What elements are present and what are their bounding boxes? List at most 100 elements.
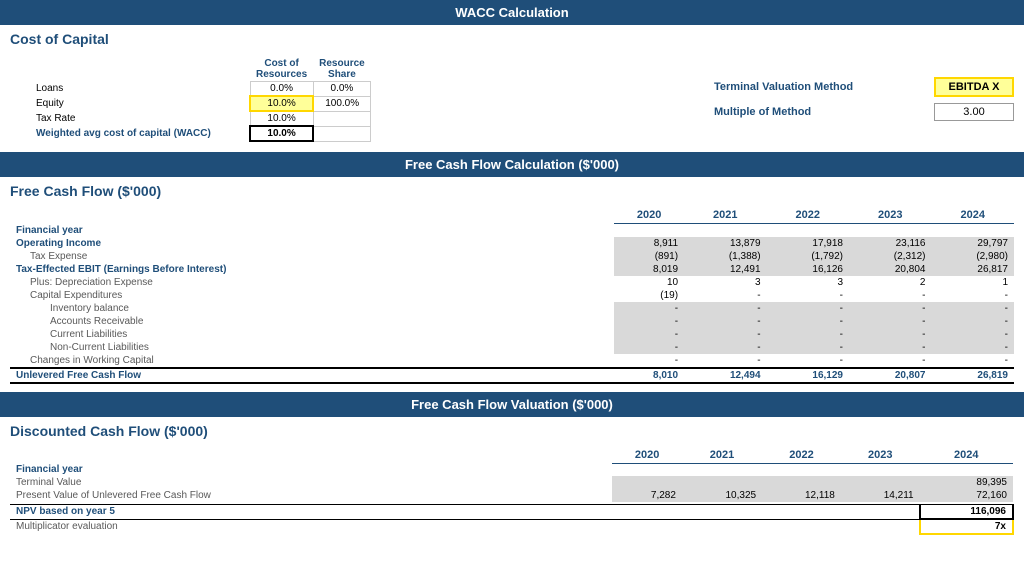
wacc-cost-1: 10.0%: [250, 96, 313, 111]
fcf-val-8-4: -: [931, 328, 1014, 341]
fcf-label-5: Capital Expenditures: [10, 289, 614, 302]
wacc-header: WACC Calculation: [0, 0, 1024, 25]
fcf-val-4-1: 3: [684, 276, 766, 289]
fcf-val-9-4: -: [931, 341, 1014, 354]
fcf-label-9: Non-Current Liabilities: [10, 341, 614, 354]
fcf-val-0-2: [767, 224, 849, 237]
fcf-val-4-4: 1: [931, 276, 1014, 289]
dcf-val-1-0: [612, 476, 682, 489]
fcf-content: 20202021202220232024 Financial yearOpera…: [0, 203, 1024, 392]
dcf-val-4-4: 116,096: [920, 505, 1013, 520]
dcf-val-0-1: [682, 463, 762, 476]
fcf-val-4-0: 10: [614, 276, 684, 289]
fcf-val-1-3: 23,116: [849, 237, 931, 250]
fcf-label-8: Current Liabilities: [10, 328, 614, 341]
fcf-val-0-3: [849, 224, 931, 237]
fcf-val-11-4: 26,819: [931, 368, 1014, 383]
fcf-val-0-0: [614, 224, 684, 237]
terminal-value: EBITDA X: [934, 77, 1014, 97]
fcf-year-2022: 2022: [767, 207, 849, 224]
dcf-val-1-4: 89,395: [920, 476, 1013, 489]
dcf-table: 20202021202220232024 Financial yearTermi…: [10, 447, 1014, 536]
fcf-val-11-2: 16,129: [767, 368, 849, 383]
wacc-cost-2: 10.0%: [250, 111, 313, 126]
fcf-table: 20202021202220232024 Financial yearOpera…: [10, 207, 1014, 384]
fcf-val-9-2: -: [767, 341, 849, 354]
fcf-val-8-2: -: [767, 328, 849, 341]
fcf-val-10-2: -: [767, 354, 849, 368]
terminal-valuation-label: Terminal Valuation Method: [714, 81, 914, 93]
dcf-val-4-3: [841, 505, 920, 520]
wacc-content: Cost of Resources Resource Share Loans 0…: [0, 51, 1024, 152]
fcf-val-5-1: -: [684, 289, 766, 302]
dcf-val-5-3: [841, 519, 920, 534]
fcf-label-10: Changes in Working Capital: [10, 354, 614, 368]
fcf-val-4-3: 2: [849, 276, 931, 289]
fcf-val-9-0: -: [614, 341, 684, 354]
fcf-val-11-0: 8,010: [614, 368, 684, 383]
multiple-value: 3.00: [934, 103, 1014, 121]
fcf-label-2: Tax Expense: [10, 250, 614, 263]
dcf-val-5-4: 7x: [920, 519, 1013, 534]
wacc-right: Terminal Valuation Method EBITDA X Multi…: [714, 77, 1014, 121]
fcf-val-11-3: 20,807: [849, 368, 931, 383]
fcf-val-10-3: -: [849, 354, 931, 368]
fcf-val-7-2: -: [767, 315, 849, 328]
fcf-val-3-4: 26,817: [931, 263, 1014, 276]
fcf-val-2-4: (2,980): [931, 250, 1014, 263]
dcf-val-1-3: [841, 476, 920, 489]
dcf-header: Free Cash Flow Valuation ($'000): [0, 392, 1024, 417]
wacc-row-label-1: Equity: [30, 96, 250, 111]
wacc-row-label-2: Tax Rate: [30, 111, 250, 126]
fcf-val-6-4: -: [931, 302, 1014, 315]
fcf-val-1-4: 29,797: [931, 237, 1014, 250]
fcf-val-3-2: 16,126: [767, 263, 849, 276]
fcf-label-3: Tax-Effected EBIT (Earnings Before Inter…: [10, 263, 614, 276]
dcf-val-0-4: [920, 463, 1013, 476]
wacc-row-label-0: Loans: [30, 82, 250, 97]
fcf-val-9-3: -: [849, 341, 931, 354]
dcf-val-2-4: 72,160: [920, 489, 1013, 502]
fcf-val-7-0: -: [614, 315, 684, 328]
fcf-label-0: Financial year: [10, 224, 614, 237]
dcf-val-2-3: 14,211: [841, 489, 920, 502]
dcf-content: 20202021202220232024 Financial yearTermi…: [0, 443, 1024, 544]
fcf-val-5-4: -: [931, 289, 1014, 302]
fcf-section-title: Free Cash Flow ($'000): [0, 177, 1024, 203]
fcf-label-6: Inventory balance: [10, 302, 614, 315]
multiple-method-label: Multiple of Method: [714, 106, 914, 118]
dcf-label-5: Multiplicator evaluation: [10, 519, 612, 534]
dcf-val-4-0: [612, 505, 682, 520]
fcf-val-6-1: -: [684, 302, 766, 315]
dcf-label-2: Present Value of Unlevered Free Cash Flo…: [10, 489, 612, 502]
dcf-val-0-3: [841, 463, 920, 476]
wacc-share-3: [313, 126, 371, 141]
dcf-val-5-0: [612, 519, 682, 534]
fcf-val-11-1: 12,494: [684, 368, 766, 383]
fcf-val-6-0: -: [614, 302, 684, 315]
dcf-val-2-1: 10,325: [682, 489, 762, 502]
fcf-val-10-1: -: [684, 354, 766, 368]
fcf-val-7-1: -: [684, 315, 766, 328]
dcf-val-0-2: [762, 463, 841, 476]
wacc-section-title: Cost of Capital: [0, 25, 1024, 51]
fcf-val-6-3: -: [849, 302, 931, 315]
fcf-year-2020: 2020: [614, 207, 684, 224]
fcf-val-0-4: [931, 224, 1014, 237]
fcf-label-1: Operating Income: [10, 237, 614, 250]
fcf-val-8-0: -: [614, 328, 684, 341]
dcf-year-2024: 2024: [920, 447, 1013, 464]
fcf-val-7-3: -: [849, 315, 931, 328]
fcf-val-2-3: (2,312): [849, 250, 931, 263]
dcf-year-2023: 2023: [841, 447, 920, 464]
fcf-val-3-3: 20,804: [849, 263, 931, 276]
dcf-label-0: Financial year: [10, 463, 612, 476]
fcf-year-2023: 2023: [849, 207, 931, 224]
dcf-section-title: Discounted Cash Flow ($'000): [0, 417, 1024, 443]
multiple-method-row: Multiple of Method 3.00: [714, 103, 1014, 121]
fcf-val-10-4: -: [931, 354, 1014, 368]
wacc-cost-3: 10.0%: [250, 126, 313, 141]
fcf-val-7-4: -: [931, 315, 1014, 328]
col-resource-share: Resource Share: [313, 57, 371, 82]
fcf-val-3-1: 12,491: [684, 263, 766, 276]
